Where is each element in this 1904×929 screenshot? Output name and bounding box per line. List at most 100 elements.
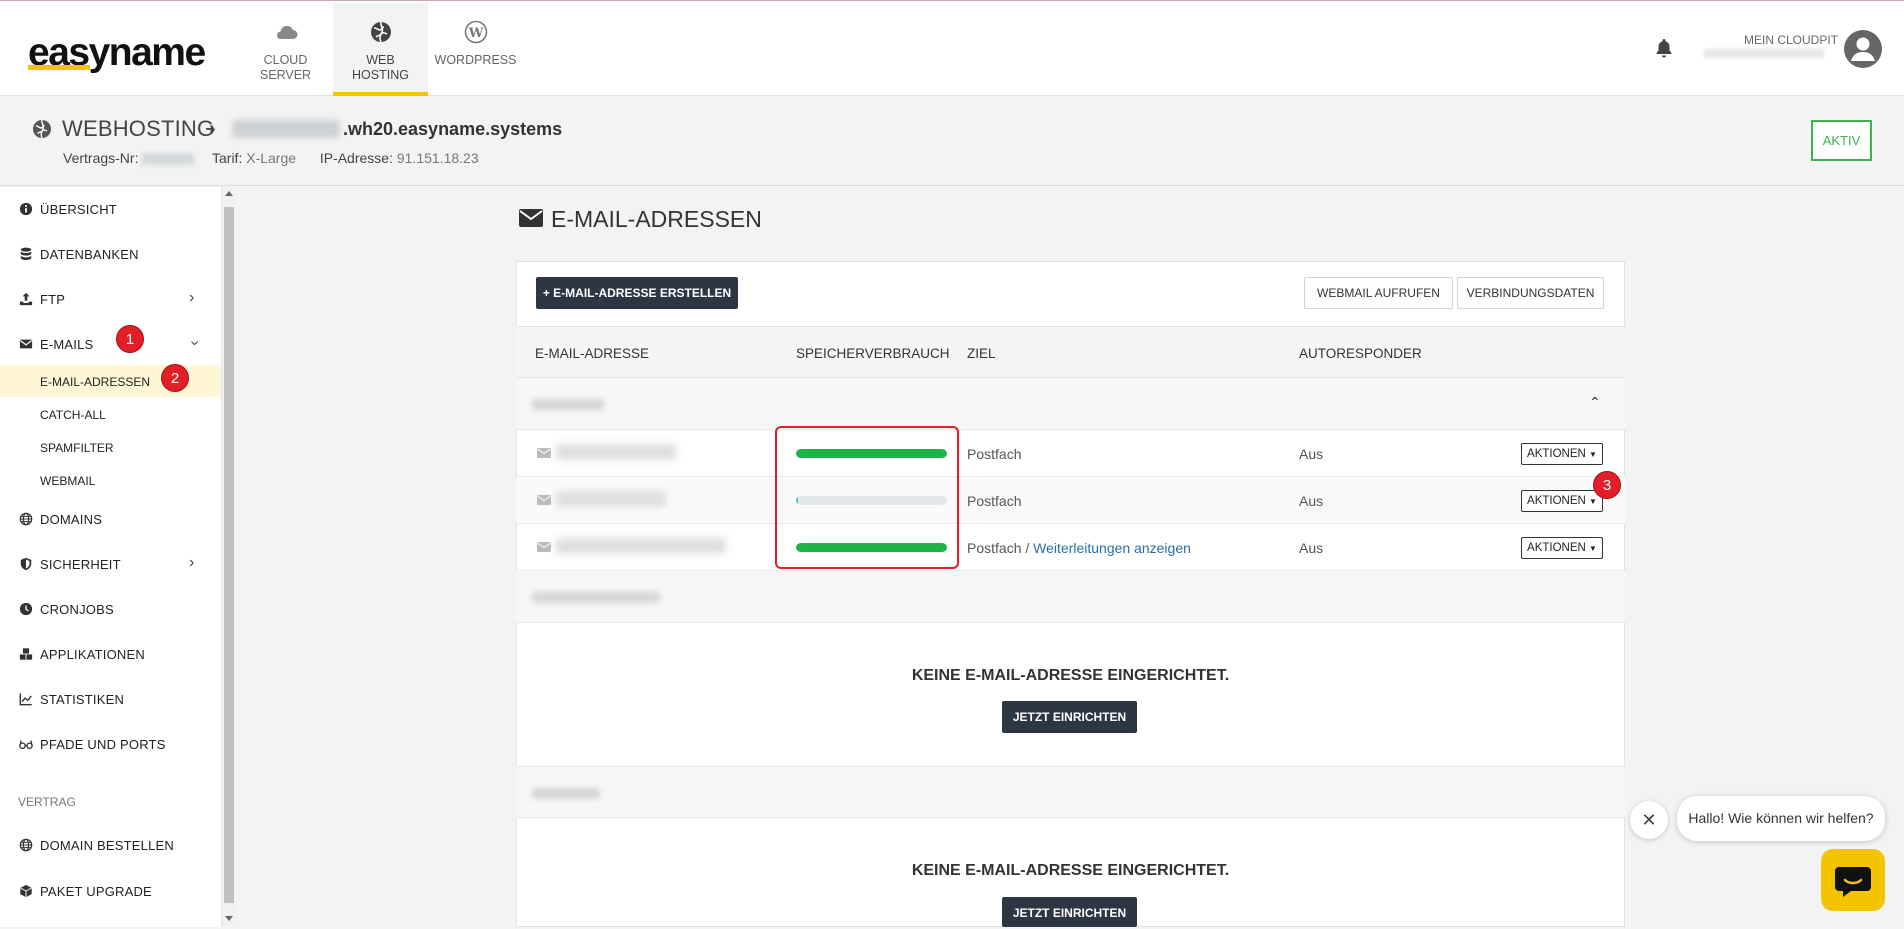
sidebar-item-label: FTP (40, 292, 66, 307)
target-text: Postfach (967, 446, 1022, 462)
autoresponder-status: Aus (1299, 446, 1324, 462)
domain-group-header[interactable]: ⌃ (516, 378, 1625, 430)
chat-message[interactable]: Hallo! Wie können wir helfen? (1677, 796, 1885, 841)
info-icon (19, 202, 33, 216)
tab-web-hosting-label-2: HOSTING (352, 68, 409, 82)
sidebar-subitem-spamfilter[interactable]: SPAMFILTER (0, 431, 221, 463)
account-label[interactable]: MEIN CLOUDPIT (1744, 33, 1838, 47)
scroll-up-arrow[interactable] (225, 191, 233, 196)
domain-name-redacted (532, 399, 604, 410)
sidebar-scrollbar[interactable] (221, 187, 235, 927)
sidebar-subitem-label: E-MAIL-ADRESSEN (40, 375, 151, 389)
page-title: E-MAIL-ADRESSEN (551, 206, 762, 232)
sidebar-item-pfade-und-ports[interactable]: PFADE UND PORTS (0, 726, 221, 762)
cloud-icon (276, 25, 297, 39)
setup-button[interactable]: JETZT EINRICHTEN (1002, 897, 1137, 927)
sidebar-section-vertrag: VERTRAG (18, 795, 76, 809)
actions-label: AKTIONEN (1527, 448, 1586, 460)
sidebar-item-label: PFADE UND PORTS (40, 737, 166, 752)
sidebar-item-statistiken[interactable]: STATISTIKEN (0, 681, 221, 717)
annotation-badge-2: 2 (161, 364, 189, 392)
connection-data-button[interactable]: VERBINDUNGSDATEN (1457, 277, 1604, 309)
webmail-button[interactable]: WEBMAIL AUFRUFEN (1304, 277, 1453, 309)
tab-cloud-server[interactable]: CLOUD SERVER (238, 3, 333, 96)
caret-down-icon: ▼ (1589, 497, 1597, 506)
caret-down-icon: ▼ (1589, 450, 1597, 459)
avatar[interactable] (1844, 30, 1882, 68)
sidebar-item-label: DOMAINS (40, 512, 103, 527)
actions-dropdown[interactable]: AKTIONEN ▼ (1521, 443, 1603, 465)
column-header: ZIEL (967, 346, 996, 361)
target-cell: Postfach (967, 493, 1021, 509)
target-cell: Postfach (967, 446, 1021, 462)
sidebar-item-uebersicht[interactable]: ÜBERSICHT (0, 191, 221, 227)
sidebar-item-domains[interactable]: DOMAINS (0, 501, 221, 537)
sidebar-item-domain-bestellen[interactable]: DOMAIN BESTELLEN (0, 827, 221, 863)
sidebar-item-label: APPLIKATIONEN (40, 647, 145, 662)
sidebar-subitem-catch-all[interactable]: CATCH-ALL (0, 398, 221, 430)
tab-web-hosting-label: WEB (366, 53, 395, 67)
sidebar-subitem-label: WEBMAIL (40, 474, 96, 488)
sidebar-item-cronjobs[interactable]: CRONJOBS (0, 591, 221, 627)
sidebar-item-label: SICHERHEIT (40, 557, 121, 572)
table-header: E-MAIL-ADRESSE SPEICHERVERBRAUCH ZIEL AU… (516, 326, 1625, 378)
sidebar-item-emails[interactable]: E-MAILS › (0, 326, 221, 362)
chat-icon (1835, 867, 1871, 897)
sidebar-item-applikationen[interactable]: APPLIKATIONEN (0, 636, 221, 672)
domain-name-redacted (532, 788, 600, 799)
chevron-right-icon: › (189, 554, 195, 571)
target-text: Postfach (967, 493, 1022, 509)
target-text: Postfach / (967, 540, 1034, 556)
envelope-icon (19, 339, 33, 349)
domain-group-header[interactable] (516, 571, 1625, 623)
sidebar-item-paket-upgrade[interactable]: PAKET UPGRADE (0, 873, 221, 909)
envelope-icon (519, 209, 543, 227)
chat-launcher-button[interactable] (1821, 849, 1885, 911)
sidebar-item-sicherheit[interactable]: SICHERHEIT › (0, 546, 221, 582)
setup-button[interactable]: JETZT EINRICHTEN (1002, 701, 1137, 733)
forwarding-link[interactable]: Weiterleitungen anzeigen (1033, 540, 1191, 556)
shield-icon (20, 557, 32, 571)
sidebar: ÜBERSICHT DATENBANKEN FTP › E-MAILS › E-… (0, 187, 221, 927)
tab-web-hosting[interactable]: WEB HOSTING (333, 3, 428, 96)
tab-cloud-server-label-2: SERVER (259, 68, 312, 82)
breadcrumb-webhosting[interactable]: WEBHOSTING (62, 116, 214, 142)
globe-icon (33, 119, 51, 139)
cube-icon (20, 884, 32, 898)
annotation-highlight-box (775, 426, 959, 569)
email-address-redacted (556, 538, 726, 554)
tab-wordpress[interactable]: W WORDPRESS (428, 3, 523, 96)
sidebar-item-label: DATENBANKEN (40, 247, 139, 262)
contract-label: Vertrags-Nr: (63, 150, 139, 166)
breadcrumb-separator: › (209, 118, 216, 140)
page-header: WEBHOSTING › .wh20.easyname.systems Vert… (0, 96, 1904, 186)
chevron-up-icon[interactable]: ⌃ (1589, 394, 1601, 411)
sidebar-item-datenbanken[interactable]: DATENBANKEN (0, 236, 221, 272)
sidebar-item-label: CRONJOBS (40, 602, 114, 617)
sidebar-item-label: PAKET UPGRADE (40, 884, 152, 899)
actions-dropdown[interactable]: AKTIONEN ▼ (1521, 490, 1603, 512)
envelope-icon (537, 448, 551, 458)
sidebar-item-label: ÜBERSICHT (40, 202, 117, 217)
account-email-redacted (1703, 49, 1825, 58)
tariff-value: X-Large (246, 150, 297, 166)
domain-name-redacted (532, 592, 660, 603)
create-email-button[interactable]: + E-MAIL-ADRESSE ERSTELLEN (536, 277, 738, 309)
sidebar-subitem-webmail[interactable]: WEBMAIL (0, 464, 221, 496)
wordpress-icon: W (464, 20, 487, 44)
globe-icon (19, 512, 33, 526)
sidebar-subitem-label: CATCH-ALL (40, 408, 106, 422)
chat-close-button[interactable]: ✕ (1630, 801, 1668, 839)
contract-meta: Vertrags-Nr: Tarif: X-Large IP-Adresse: … (63, 150, 479, 166)
globe-icon (370, 21, 391, 43)
domain-group-header[interactable] (516, 766, 1625, 818)
sidebar-item-ftp[interactable]: FTP › (0, 281, 221, 317)
annotation-badge-3: 3 (1593, 471, 1621, 499)
contract-number-redacted (142, 153, 195, 165)
scrollbar-thumb[interactable] (224, 207, 234, 903)
hostname: .wh20.easyname.systems (343, 119, 563, 139)
ip-value: 91.151.18.23 (396, 150, 479, 166)
actions-dropdown[interactable]: AKTIONEN ▼ (1521, 537, 1603, 559)
bell-icon[interactable] (1654, 37, 1674, 59)
scroll-down-arrow[interactable] (225, 916, 233, 921)
